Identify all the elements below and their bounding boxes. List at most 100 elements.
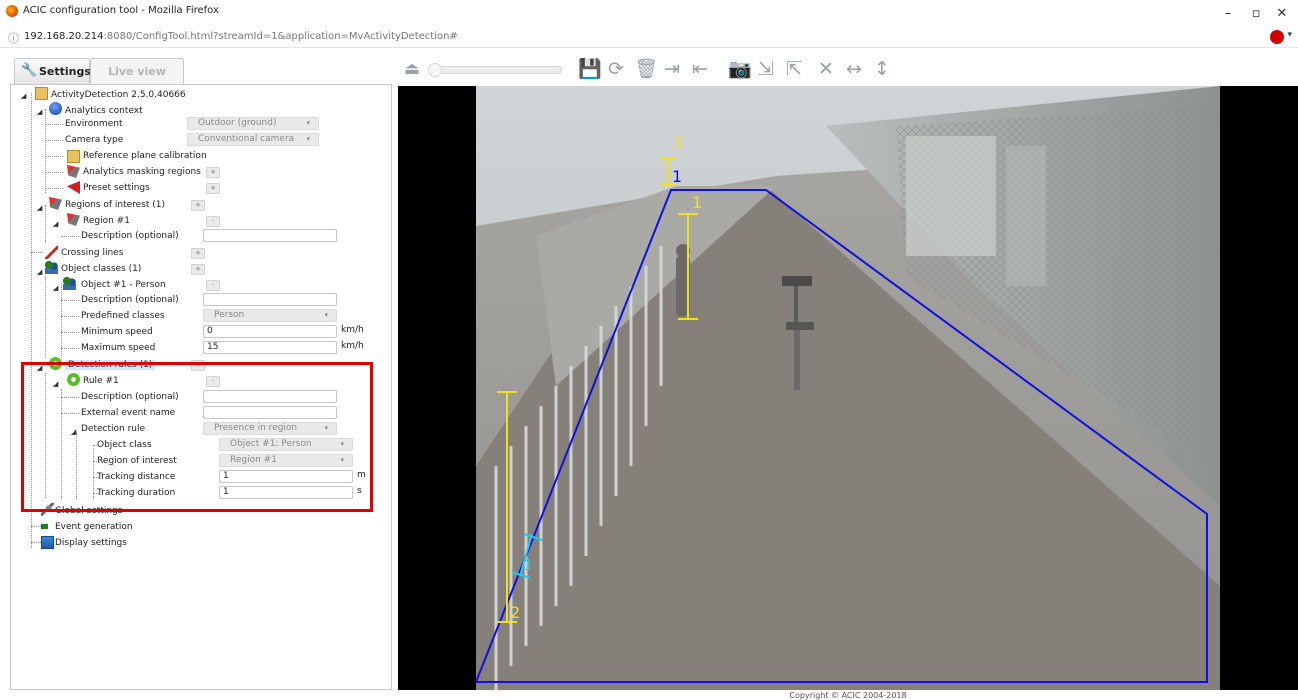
add-crossing-line-button[interactable]: + <box>191 248 205 259</box>
tree-connector <box>61 283 62 358</box>
camera-type-dropdown[interactable]: Conventional camera ▾ <box>187 133 319 146</box>
tree-connector <box>31 526 41 527</box>
cyan-marker-label: 1 <box>524 558 533 574</box>
maximum-speed-unit: km/h <box>341 341 364 351</box>
tree-connector <box>61 300 79 301</box>
region-icon <box>49 197 62 210</box>
minimize-button[interactable]: – <box>1218 6 1238 21</box>
object-description-input[interactable] <box>203 293 337 306</box>
camera-type-label: Camera type <box>65 135 124 145</box>
tree-connector <box>61 348 79 349</box>
save-icon[interactable]: 💾 <box>578 58 602 80</box>
object-description-label: Description (optional) <box>81 295 179 305</box>
delete-icon[interactable]: 🗑 <box>634 58 658 80</box>
fit-height-icon[interactable]: ↕ <box>872 58 892 80</box>
expand-root-toggle[interactable]: ◢ <box>21 92 26 100</box>
tree-object-1-person[interactable]: Object #1 - Person <box>81 277 166 293</box>
tree-root[interactable]: ActivityDetection 2.5.0.40666 <box>51 87 186 103</box>
dropdown-caret-icon: ▾ <box>306 119 310 127</box>
add-preset-button[interactable]: + <box>206 183 220 194</box>
roi-vertex-label: 1 <box>672 167 682 186</box>
tab-live-view[interactable]: Live view <box>90 58 184 84</box>
addon-menu-caret-icon[interactable]: ▾ <box>1287 30 1292 40</box>
adblock-icon[interactable] <box>1270 30 1284 44</box>
refresh-icon[interactable]: ⟳ <box>606 58 626 80</box>
add-object-class-button[interactable]: + <box>191 264 205 275</box>
calibration-label-3: 3 <box>672 133 682 152</box>
environment-dropdown-value: Outdoor (ground) <box>198 118 277 128</box>
tree-connector <box>61 332 79 333</box>
person-icon <box>63 277 76 290</box>
tree-connector <box>61 316 79 317</box>
snapshot-icon[interactable]: 📷 <box>728 58 752 80</box>
event-generation-icon <box>41 520 54 533</box>
tree-connector <box>45 205 46 243</box>
region-icon <box>67 213 80 226</box>
import-icon[interactable]: ⇥ <box>662 58 682 80</box>
minimum-speed-input[interactable]: 0 <box>203 325 337 338</box>
store-image-icon[interactable]: ⇱ <box>784 58 804 80</box>
camera-image[interactable]: 1 1 2 3 1 <box>476 86 1220 690</box>
export-icon[interactable]: ⇤ <box>690 58 710 80</box>
predefined-classes-dropdown[interactable]: Person ▾ <box>203 309 337 322</box>
environment-dropdown[interactable]: Outdoor (ground) ▾ <box>187 117 319 130</box>
display-settings-icon <box>41 536 54 549</box>
maximum-speed-input[interactable]: 15 <box>203 341 337 354</box>
tree-display-settings[interactable]: Display settings <box>55 535 127 551</box>
tree-object-classes[interactable]: Object classes (1) <box>61 261 141 277</box>
camera-type-dropdown-value: Conventional camera <box>198 134 295 144</box>
expand-analytics-context-toggle[interactable]: ◢ <box>37 108 42 116</box>
tree-connector <box>45 156 63 157</box>
tree-connector <box>45 109 46 193</box>
tree-event-generation[interactable]: Event generation <box>55 519 133 535</box>
predefined-classes-label: Predefined classes <box>81 311 165 321</box>
tree-analytics-masking-regions[interactable]: Analytics masking regions <box>83 164 201 180</box>
minimum-speed-label: Minimum speed <box>81 327 153 337</box>
maximize-button[interactable]: ▫ <box>1246 6 1266 21</box>
fit-window-icon[interactable]: ✕ <box>816 58 836 80</box>
tree-connector <box>31 542 41 543</box>
calibration-label-1: 1 <box>692 193 702 212</box>
tree-connector <box>31 252 43 253</box>
url-host: 192.168.20.214 <box>24 31 104 42</box>
expand-object-1-toggle[interactable]: ◢ <box>53 284 58 292</box>
fit-width-icon[interactable]: ↔ <box>844 58 864 80</box>
masking-region-icon <box>67 165 80 178</box>
load-image-icon[interactable]: ⇲ <box>756 58 776 80</box>
tree-connector <box>45 269 46 358</box>
copyright-text: Copyright © ACIC 2004-2018 <box>789 691 907 700</box>
dropdown-caret-icon: ▾ <box>306 135 310 143</box>
panel-tabs: 🔧 Settings Live view <box>14 56 194 84</box>
tree-connector <box>45 188 63 189</box>
add-region-button[interactable]: + <box>191 200 205 211</box>
globe-icon <box>49 102 62 115</box>
add-masking-region-button[interactable]: + <box>206 167 220 178</box>
tree-preset-settings[interactable]: Preset settings <box>83 180 150 196</box>
firefox-icon <box>6 5 18 17</box>
playback-slider-thumb[interactable] <box>428 63 442 77</box>
address-bar[interactable]: ⓘ 192.168.20.214:8080/ConfigTool.html?st… <box>0 26 1298 48</box>
expand-object-classes-toggle[interactable]: ◢ <box>37 268 42 276</box>
region-description-input[interactable] <box>203 229 337 242</box>
page-info-icon[interactable]: ⓘ <box>8 30 20 45</box>
video-view[interactable]: 1 1 2 3 1 <box>398 86 1298 690</box>
url-text[interactable]: 192.168.20.214:8080/ConfigTool.html?stre… <box>24 31 458 42</box>
playback-slider[interactable] <box>432 66 562 74</box>
eject-icon[interactable]: ⏏ <box>402 58 422 80</box>
tree-region-1[interactable]: Region #1 <box>83 213 130 229</box>
tree-crossing-lines[interactable]: Crossing lines <box>61 245 123 261</box>
wrench-icon: 🔧 <box>21 63 38 78</box>
close-button[interactable]: ✕ <box>1272 6 1292 21</box>
tree-reference-plane-calibration[interactable]: Reference plane calibration <box>83 148 207 164</box>
expand-regions-toggle[interactable]: ◢ <box>37 204 42 212</box>
maximum-speed-label: Maximum speed <box>81 343 156 353</box>
calibration-label-2: 2 <box>510 603 520 622</box>
window-title: ACIC configuration tool - Mozilla Firefo… <box>23 5 219 16</box>
remove-region-button[interactable]: - <box>206 216 220 227</box>
tree-connector <box>45 172 63 173</box>
remove-object-class-button[interactable]: - <box>206 280 220 291</box>
minimum-speed-unit: km/h <box>341 325 364 335</box>
expand-region-1-toggle[interactable]: ◢ <box>53 220 58 228</box>
tab-settings[interactable]: 🔧 Settings <box>14 58 91 84</box>
tree-regions-of-interest[interactable]: Regions of interest (1) <box>65 197 165 213</box>
